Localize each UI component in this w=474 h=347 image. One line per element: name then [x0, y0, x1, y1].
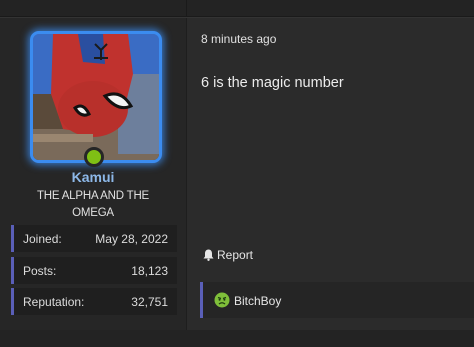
angry-face-icon: [214, 292, 230, 308]
user-title: THE ALPHA AND THE OMEGA: [36, 190, 150, 219]
avatar[interactable]: [30, 31, 162, 163]
reactions-bar: BitchBoy: [200, 282, 474, 318]
previous-post-edge: [0, 0, 474, 17]
report-button[interactable]: Report: [203, 248, 253, 262]
stat-label: Posts:: [23, 264, 57, 278]
stat-reputation: Reputation: 32,751: [11, 288, 177, 315]
spiderman-avatar-image: [33, 34, 159, 160]
stat-label: Reputation:: [23, 295, 85, 309]
bell-icon: [203, 249, 214, 261]
online-status-indicator: [84, 147, 104, 167]
stat-value: May 28, 2022: [95, 232, 168, 246]
reaction-user-link[interactable]: BitchBoy: [234, 294, 281, 308]
stat-value: 18,123: [131, 264, 168, 278]
next-post-edge: [0, 330, 474, 347]
stat-joined: Joined: May 28, 2022: [11, 225, 177, 252]
post-timestamp[interactable]: 8 minutes ago: [201, 32, 276, 46]
stat-posts: Posts: 18,123: [11, 257, 177, 284]
report-label: Report: [217, 248, 254, 262]
stat-value: 32,751: [131, 295, 168, 309]
post-message: 6 is the magic number: [201, 75, 344, 91]
post-main: 8 minutes ago 6 is the magic number Repo…: [187, 18, 474, 330]
post-user-panel: Kamui THE ALPHA AND THE OMEGA Joined: Ma…: [0, 18, 187, 330]
forum-post: Kamui THE ALPHA AND THE OMEGA Joined: Ma…: [0, 17, 474, 331]
username-link[interactable]: Kamui: [0, 169, 186, 185]
stat-label: Joined:: [23, 232, 62, 246]
